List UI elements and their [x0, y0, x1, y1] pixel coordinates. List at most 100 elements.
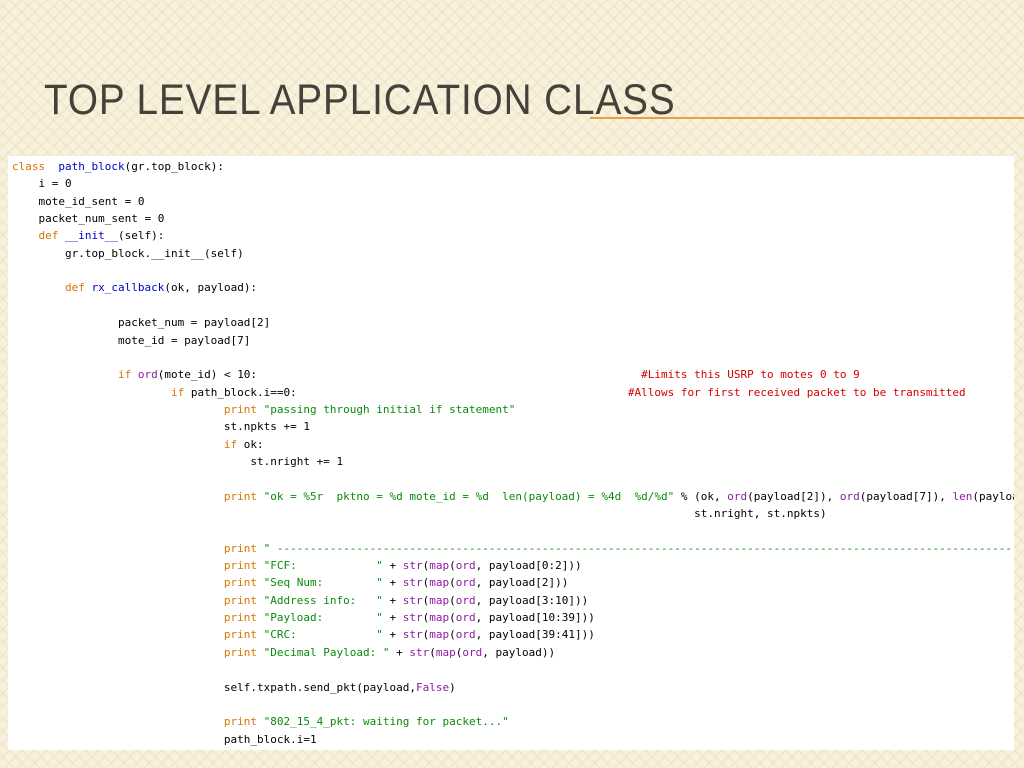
slide-title: TOP LEVEL APPLICATION CLASS — [44, 76, 676, 124]
code-token: def — [64, 281, 85, 295]
code-token: mote_id_sent = 0 — [12, 194, 145, 208]
code-token: __init__ — [65, 229, 118, 243]
code-token: if — [170, 385, 185, 399]
code-token: str — [402, 611, 423, 625]
code-line: self.txpath.send_pkt(payload,False) — [12, 679, 456, 696]
code-token: path_block.i=1 — [12, 732, 317, 746]
code-token: (payload), — [972, 489, 1014, 503]
code-token: ( — [449, 576, 456, 590]
code-token: if — [223, 437, 238, 451]
code-token: ord — [455, 628, 476, 642]
code-line: def rx_callback(ok, payload): — [12, 279, 257, 296]
code-line: print "Address info: " + str(map(ord, pa… — [12, 592, 588, 609]
code-token: class — [12, 160, 46, 173]
code-token: ( — [429, 645, 436, 659]
code-token: if — [117, 368, 132, 382]
code-token: "Decimal Payload: " — [263, 645, 390, 659]
code-token: print — [223, 541, 258, 555]
code-token: print — [223, 645, 258, 659]
code-token: (payload[2]), — [747, 489, 840, 503]
code-token: "Address info: " — [263, 593, 383, 607]
code-token: ok: — [237, 437, 264, 451]
code-token: ord — [839, 489, 860, 503]
code-token: ( — [449, 628, 456, 642]
code-token: st.npkts += 1 — [12, 420, 311, 434]
code-token: ) — [449, 680, 456, 694]
code-token: ord — [462, 645, 483, 659]
code-token: self.txpath.send_pkt(payload, — [12, 680, 416, 694]
code-line: print "802_15_4_pkt: waiting for packet.… — [12, 713, 509, 730]
code-token: ord — [137, 368, 158, 382]
code-token: + — [389, 645, 410, 659]
code-token: path_block — [58, 160, 125, 173]
code-line: print "FCF: " + str(map(ord, payload[0:2… — [12, 557, 582, 574]
code-token: map — [429, 593, 450, 607]
code-token: , payload[39:41])) — [475, 628, 595, 642]
code-token: str — [402, 593, 423, 607]
code-token: len — [952, 489, 973, 503]
code-line: mote_id = payload[7] — [12, 332, 250, 349]
code-token: str — [402, 559, 423, 573]
code-token: False — [415, 680, 450, 694]
code-token: " --------------------------------------… — [263, 541, 1014, 555]
code-token: + — [382, 593, 403, 607]
code-token: print — [223, 611, 258, 625]
code-line: mote_id_sent = 0 — [12, 193, 144, 210]
code-token: print — [223, 559, 258, 573]
code-line: packet_num = payload[2] — [12, 314, 270, 331]
code-token: ( — [449, 611, 456, 625]
code-token: ord — [455, 611, 476, 625]
code-token: packet_num = payload[2] — [12, 316, 271, 330]
code-token: "802_15_4_pkt: waiting for packet..." — [263, 715, 509, 729]
code-line: print "CRC: " + str(map(ord, payload[39:… — [12, 626, 595, 643]
code-token: , payload)) — [482, 645, 556, 659]
code-line: if ord(mote_id) < 10: #Limits this USRP … — [12, 366, 860, 383]
code-token: + — [382, 576, 403, 590]
code-token: st.nright += 1 — [12, 454, 344, 468]
code-token: "CRC: " — [263, 628, 383, 642]
code-line: print " --------------------------------… — [12, 540, 1014, 557]
code-token: ord — [455, 559, 476, 573]
code-line: st.npkts += 1 — [12, 418, 310, 435]
code-token: (gr.top_block): — [124, 160, 224, 173]
code-token: str — [409, 645, 430, 659]
code-token: print — [223, 402, 258, 416]
code-token: str — [402, 628, 423, 642]
code-token: (payload[7]), — [859, 489, 953, 503]
code-line: if ok: — [12, 436, 264, 453]
code-line: st.nright += 1 — [12, 453, 343, 470]
code-token: i = 0 — [12, 177, 72, 191]
code-token: "ok = %5r pktno = %d mote_id = %d len(pa… — [263, 489, 675, 503]
code-line: print "Seq Num: " + str(map(ord, payload… — [12, 574, 568, 591]
code-line: class path_block(gr.top_block): — [12, 158, 224, 175]
code-token: (self): — [117, 229, 165, 243]
code-token: str — [402, 576, 423, 590]
code-line: st.nright, st.npkts) — [12, 505, 826, 522]
code-token: , payload[2])) — [475, 576, 569, 590]
code-line: packet_num_sent = 0 — [12, 210, 164, 227]
code-token: mote_id = payload[7] — [12, 333, 251, 347]
code-line: print "Payload: " + str(map(ord, payload… — [12, 609, 595, 626]
code-token: gr.top_block.__init__(self) — [12, 246, 244, 260]
code-line: if path_block.i==0: #Allows for first re… — [12, 384, 966, 401]
code-token: , payload[3:10])) — [475, 593, 589, 607]
code-token: ord — [455, 576, 476, 590]
code-token: map — [429, 559, 450, 573]
